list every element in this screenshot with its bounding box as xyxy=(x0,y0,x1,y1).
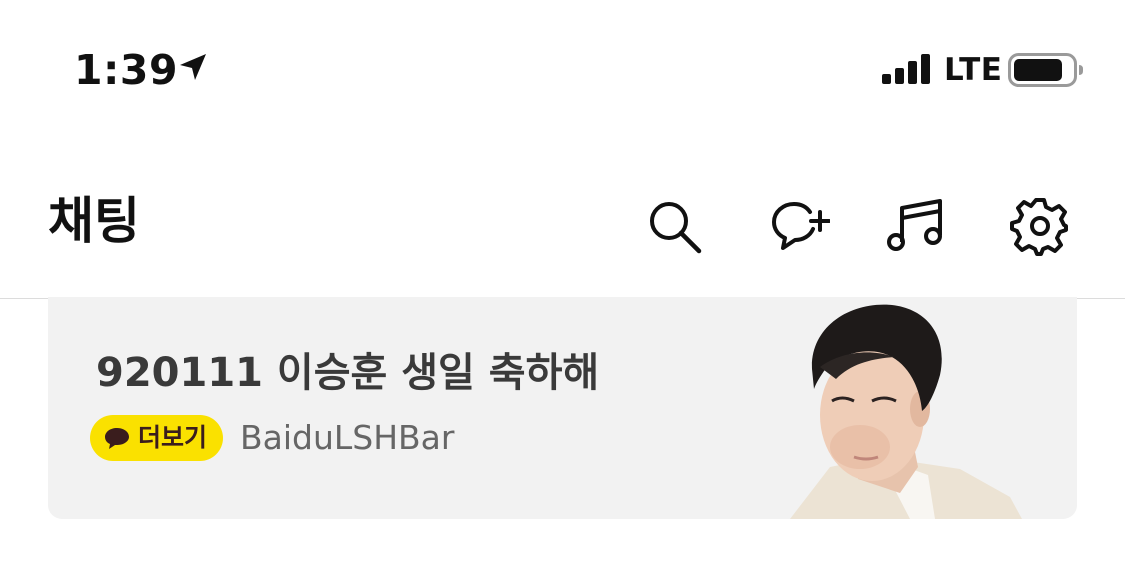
more-button[interactable]: 더보기 xyxy=(90,415,224,461)
status-time: 1:39 xyxy=(74,46,178,94)
portrait-photo xyxy=(760,297,1077,519)
music-note-icon xyxy=(887,199,942,251)
signal-bars-icon xyxy=(882,54,930,84)
banner-title: 920111 이승훈 생일 축하해 xyxy=(96,350,600,396)
app-header: 채팅 xyxy=(0,140,1125,298)
promo-banner[interactable]: 920111 이승훈 생일 축하해 더보기 BaiduLSHBar xyxy=(48,297,1077,519)
page-title: 채팅 xyxy=(48,192,140,250)
chat-screen: 1:39 LTE 채팅 920111 이승훈 생일 축하해 더보기 BaiduL… xyxy=(0,0,1125,567)
network-type-label: LTE xyxy=(944,52,1003,88)
chat-bubble-icon xyxy=(105,428,129,449)
location-arrow-icon xyxy=(180,54,206,80)
battery-icon xyxy=(1008,53,1083,87)
search-icon xyxy=(650,202,702,254)
banner-source: BaiduLSHBar xyxy=(240,418,455,457)
more-label: 더보기 xyxy=(138,423,208,452)
music-button[interactable] xyxy=(886,196,946,256)
chat-plus-icon xyxy=(772,202,830,250)
settings-button[interactable] xyxy=(1010,196,1070,256)
new-chat-button[interactable] xyxy=(770,196,830,256)
search-button[interactable] xyxy=(644,196,704,256)
status-bar: 1:39 LTE xyxy=(0,0,1125,130)
gear-icon xyxy=(1010,198,1068,256)
